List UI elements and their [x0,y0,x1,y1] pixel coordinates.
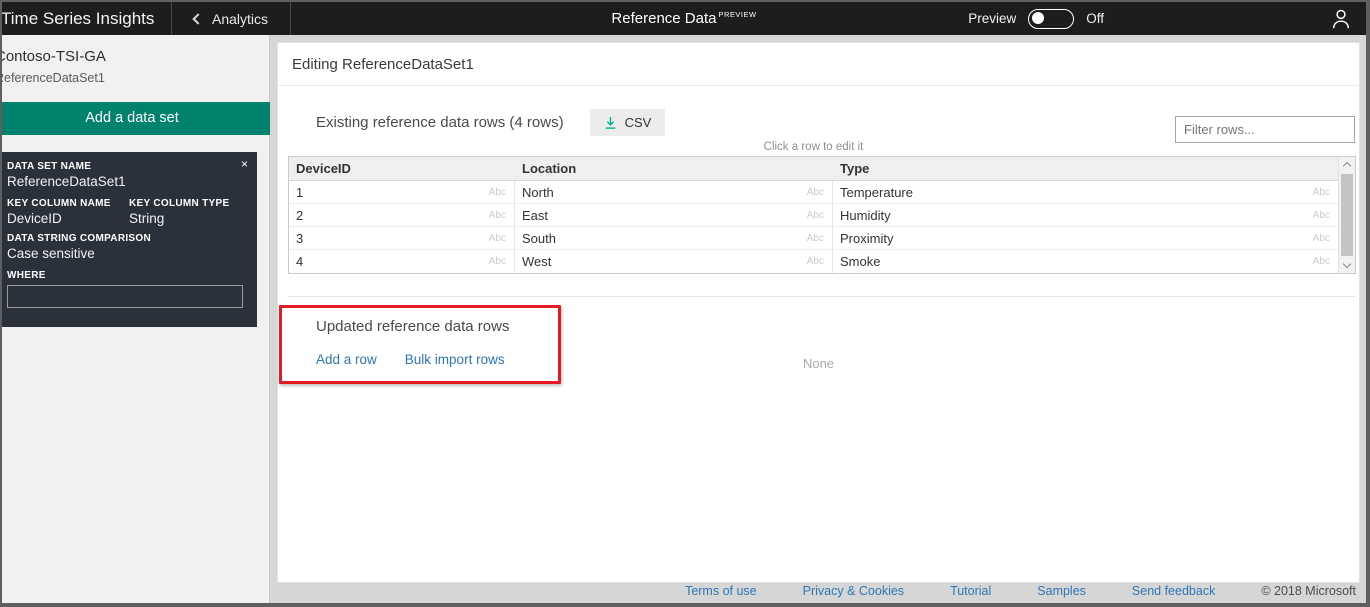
cell-value: West [522,254,551,269]
table-body: 1AbcNorthAbcTemperatureAbc2AbcEastAbcHum… [289,181,1338,273]
key-column-type-label: KEY COLUMN TYPE [129,198,229,209]
copyright-text: © 2018 Microsoft [1261,584,1356,598]
cell-value: Temperature [840,185,913,200]
dataset-details-panel: × DATA SET NAME ReferenceDataSet1 KEY CO… [0,152,257,327]
column-header-type[interactable]: Type [833,157,1338,180]
cell-value: South [522,231,556,246]
environment-name: Contoso-TSI-GA [0,48,106,65]
preview-toggle[interactable] [1028,9,1074,29]
table-row[interactable]: 2 Abc East Abc Humidity Abc [289,204,1338,227]
table-cell: Proximity Abc [833,227,1338,249]
table-cell: Smoke Abc [833,250,1338,273]
existing-rows-label: Existing reference data rows (4 rows) [316,114,564,131]
column-header-deviceid[interactable]: DeviceID [289,157,515,180]
footer-link[interactable]: Privacy & Cookies [803,584,904,598]
toggle-knob [1032,12,1044,24]
cell-value: 3 [296,231,303,246]
footer: Terms of use Privacy & Cookies Tutorial Sam… [685,584,1356,598]
cell-type-hint: Abc [489,187,506,198]
cell-value: Humidity [840,208,891,223]
cell-type-hint: Abc [1313,210,1330,221]
preview-label: Preview [968,11,1016,26]
app-window: Time Series Insights Analytics Reference… [0,0,1370,607]
cell-type-hint: Abc [489,233,506,244]
table-scrollbar[interactable] [1338,157,1355,273]
reference-data-table: DeviceID Location Type 1AbcNorthAbcTempe… [288,156,1356,274]
key-column-type-value: String [129,211,229,226]
footer-link[interactable]: Send feedback [1132,584,1215,598]
cell-value: 2 [296,208,303,223]
string-comparison-value: Case sensitive [7,246,247,261]
back-chevron-icon [192,13,203,24]
footer-link[interactable]: Terms of use [685,584,757,598]
table-row[interactable]: 1 Abc North Abc Temperature Abc [289,181,1338,204]
header-divider [290,2,291,35]
key-column-name-value: DeviceID [7,211,129,226]
where-input[interactable] [7,285,243,308]
cell-value: North [522,185,554,200]
scroll-down-icon[interactable] [1343,260,1351,268]
cell-type-hint: Abc [489,256,506,267]
cell-type-hint: Abc [807,233,824,244]
footer-link[interactable]: Samples [1037,584,1086,598]
table-header-row: DeviceID Location Type [289,157,1338,181]
annotation-highlight-box [279,305,561,384]
close-icon[interactable]: × [241,157,248,171]
nav-back-label: Analytics [212,11,268,27]
preview-toggle-group: Preview Off [968,2,1104,35]
where-label: WHERE [7,270,247,281]
table-cell: West Abc [515,250,833,273]
user-profile-icon[interactable] [1330,7,1352,36]
add-dataset-button[interactable]: Add a data set [0,102,270,135]
table-row[interactable]: 3 Abc South Abc Proximity Abc [289,227,1338,250]
key-column-name-label: KEY COLUMN NAME [7,198,129,209]
download-csv-button[interactable]: CSV [590,109,666,136]
table-cell: 1 Abc [289,181,515,203]
cell-value: 4 [296,254,303,269]
app-title: Time Series Insights [0,9,171,29]
cell-type-hint: Abc [1313,233,1330,244]
section-divider [288,296,1356,297]
table-cell: 3 Abc [289,227,515,249]
dataset-name-value: ReferenceDataSet1 [7,174,247,189]
scroll-up-icon[interactable] [1343,162,1351,170]
table-cell: Temperature Abc [833,181,1338,203]
table-cell: South Abc [515,227,833,249]
cell-type-hint: Abc [807,187,824,198]
table-cell: North Abc [515,181,833,203]
editing-title: Editing ReferenceDataSet1 [278,43,1359,86]
cell-value: East [522,208,548,223]
cell-value: Smoke [840,254,880,269]
cell-type-hint: Abc [1313,256,1330,267]
preview-state-label: Off [1086,11,1104,26]
cell-value: 1 [296,185,303,200]
column-header-location[interactable]: Location [515,157,833,180]
csv-button-label: CSV [625,115,652,130]
dataset-name-label: DATA SET NAME [7,161,247,172]
table-cell: Humidity Abc [833,204,1338,226]
top-header: Time Series Insights Analytics Reference… [2,2,1366,35]
table-cell: East Abc [515,204,833,226]
sidebar-dataset-name[interactable]: ReferenceDataSet1 [0,71,105,85]
table-cell: 4 Abc [289,250,515,273]
sidebar: Contoso-TSI-GA ReferenceDataSet1 Add a d… [2,35,270,603]
footer-links: Terms of use Privacy & Cookies Tutorial Sam… [685,584,1215,598]
table-cell: 2 Abc [289,204,515,226]
cell-type-hint: Abc [807,210,824,221]
filter-rows-input[interactable] [1175,116,1355,143]
footer-link[interactable]: Tutorial [950,584,991,598]
scrollbar-thumb[interactable] [1341,174,1353,256]
table-row[interactable]: 4 Abc West Abc Smoke Abc [289,250,1338,273]
download-icon [604,116,617,130]
cell-type-hint: Abc [807,256,824,267]
preview-badge: PREVIEW [718,10,756,19]
string-comparison-label: DATA STRING COMPARISON [7,233,247,244]
cell-value: Proximity [840,231,893,246]
cell-type-hint: Abc [1313,187,1330,198]
nav-back-analytics[interactable]: Analytics [172,2,290,35]
cell-type-hint: Abc [489,210,506,221]
